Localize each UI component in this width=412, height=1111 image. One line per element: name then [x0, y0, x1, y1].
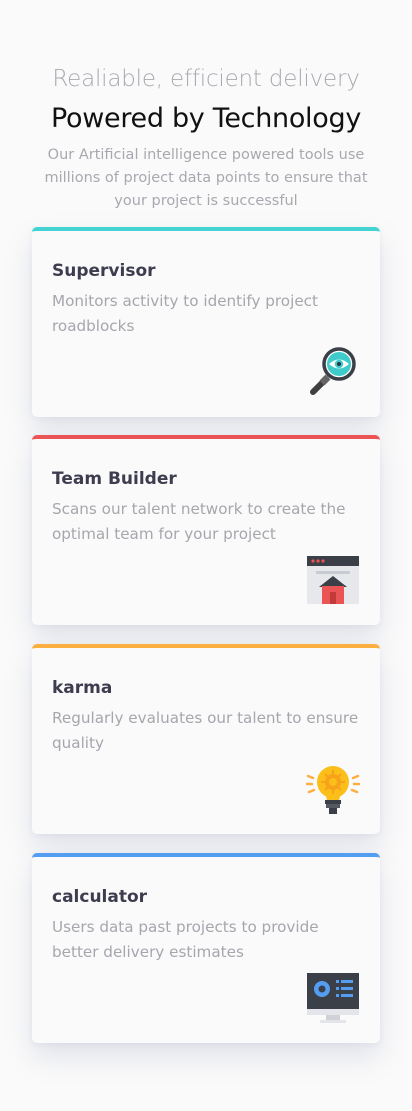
section-description: Our Artificial intelligence powered tool… — [44, 147, 368, 209]
card-supervisor: Supervisor Monitors activity to identify… — [32, 227, 380, 417]
section-title: Powered by Technology — [50, 103, 361, 134]
card-karma: karma Regularly evaluates our talent to … — [32, 644, 380, 834]
magnifier-eye-icon — [306, 345, 360, 399]
browser-home-icon — [306, 553, 360, 607]
card-title: calculator — [52, 887, 148, 907]
monitor-dashboard-icon — [306, 971, 360, 1025]
card-team-builder: Team Builder Scans our talent network to… — [32, 435, 380, 625]
card-text: Regularly evaluates our talent to ensure… — [52, 709, 359, 752]
card-text: Scans our talent network to create the o… — [52, 500, 346, 543]
card-title: karma — [52, 678, 113, 698]
section-subtitle: Realiable, efficient delivery — [52, 66, 360, 92]
card-title: Supervisor — [52, 261, 156, 281]
card-text: Monitors activity to identify project ro… — [52, 292, 318, 335]
lightbulb-icon — [306, 762, 360, 816]
card-text: Users data past projects to provide bett… — [52, 918, 319, 961]
card-calculator: calculator Users data past projects to p… — [32, 853, 380, 1043]
card-title: Team Builder — [52, 469, 177, 489]
